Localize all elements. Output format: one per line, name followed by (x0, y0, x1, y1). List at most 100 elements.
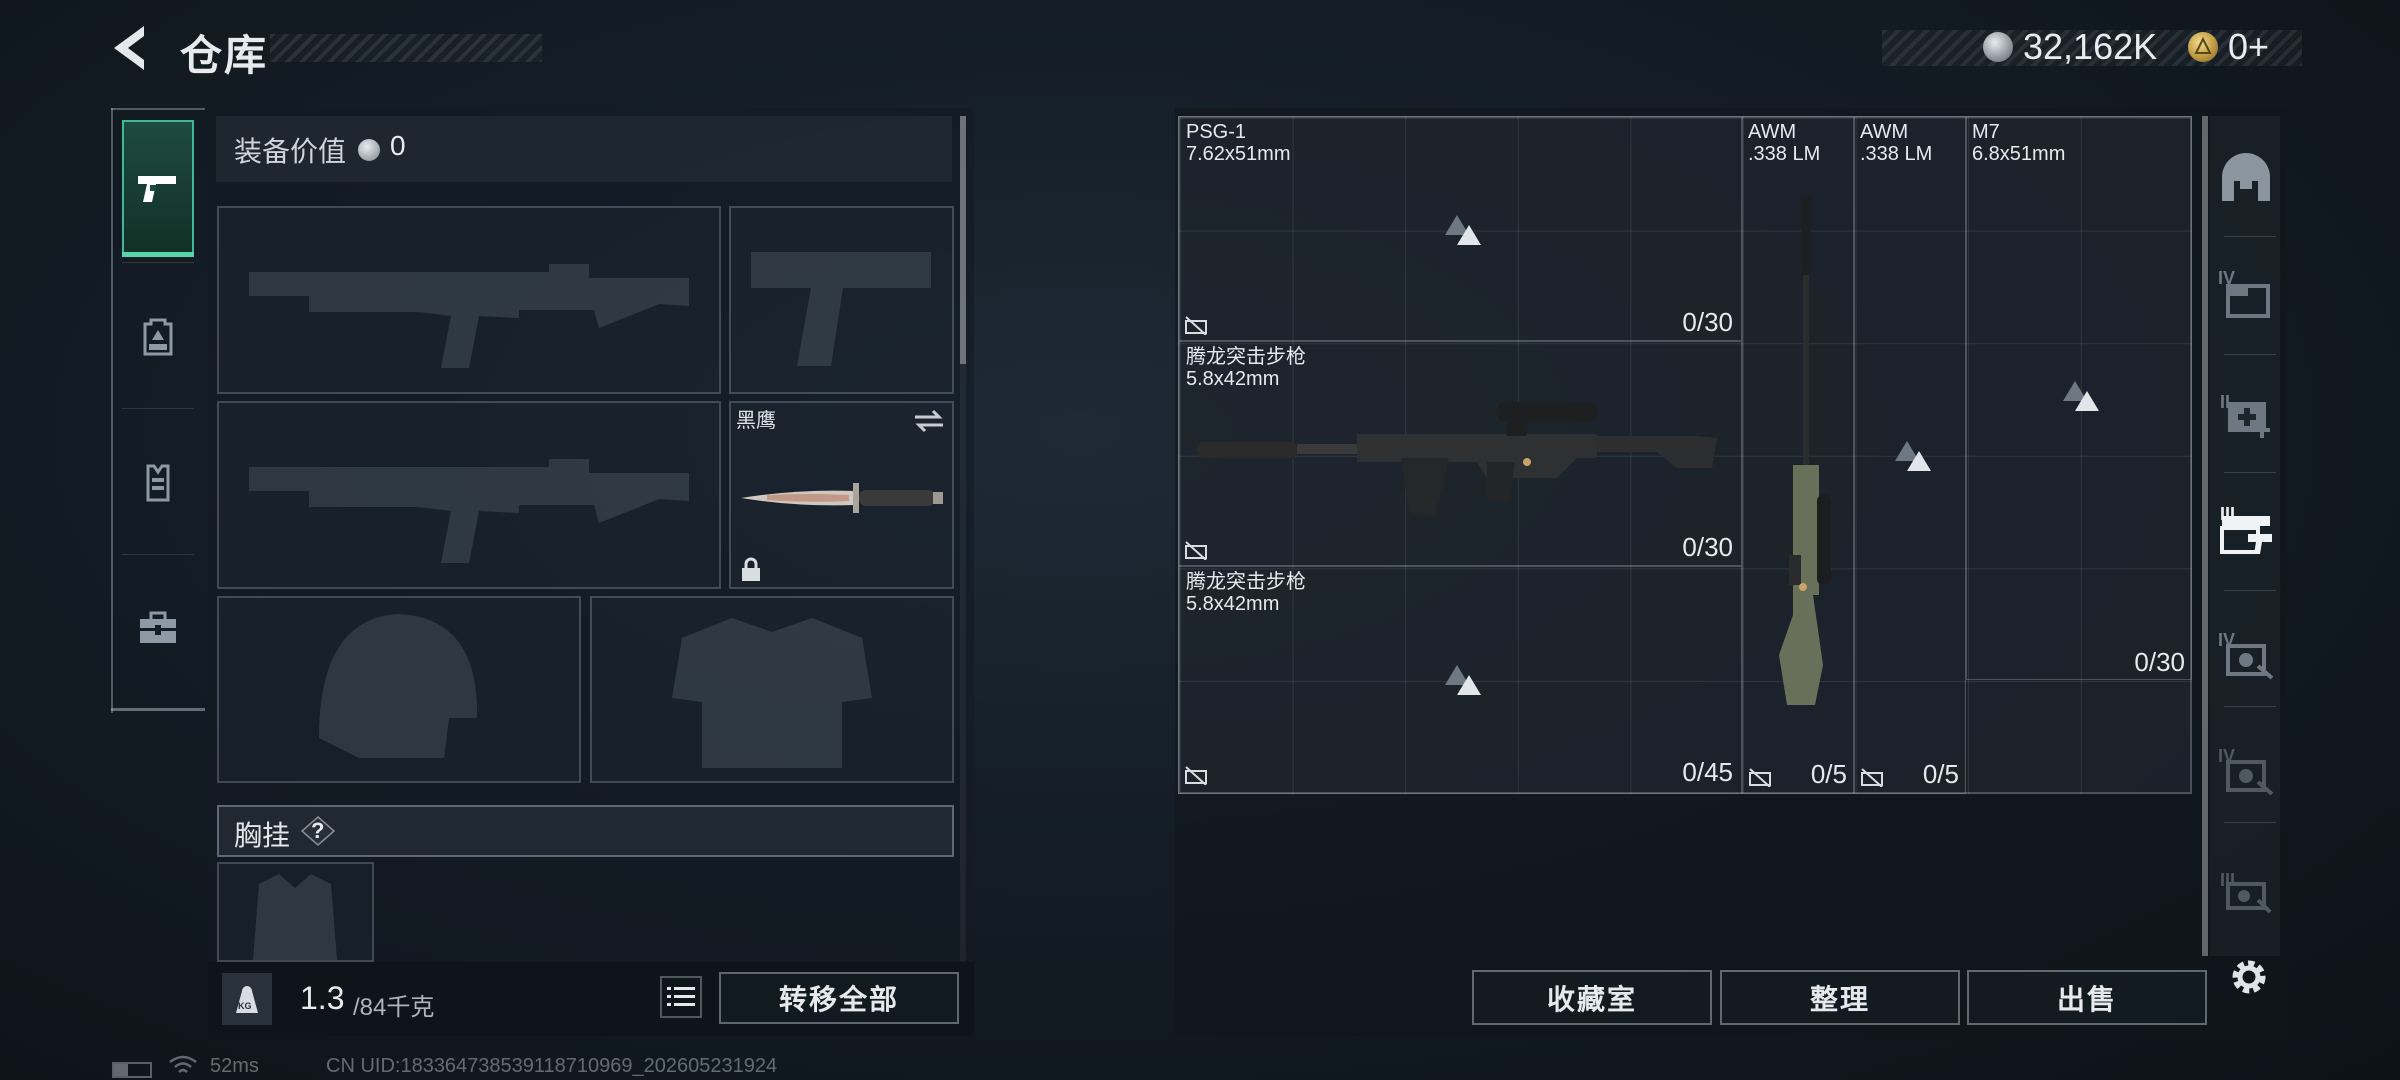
tier-label: III (2220, 870, 2236, 890)
weight-max: /84千克 (353, 994, 435, 1021)
sell-button[interactable]: 出售 (1967, 970, 2207, 1025)
tier-label: IV (2218, 630, 2236, 650)
chest-rig-slot[interactable] (217, 862, 374, 962)
back-button[interactable] (108, 22, 158, 74)
rifle-silhouette-icon (249, 264, 689, 368)
assault-rifle-icon (1197, 402, 1717, 518)
silver-coin-icon (358, 139, 380, 161)
organize-button[interactable]: 整理 (1720, 970, 1960, 1025)
weight-icon: KG (222, 973, 272, 1025)
stash-item-awm[interactable]: AWM .338 LM 0/5 (1742, 116, 1854, 794)
helmet-slot[interactable] (217, 596, 581, 783)
item-caliber: 6.8x51mm (1972, 143, 2066, 165)
network-ping: 52ms (210, 1055, 259, 1077)
tab-vest[interactable] (122, 414, 194, 550)
equipment-value-label: 装备价值 (234, 136, 347, 167)
silver-coin-icon (1983, 32, 2013, 62)
tab-backpack[interactable] (122, 268, 194, 404)
item-ammo-count: 0/5 (1810, 759, 1847, 789)
item-ammo-count: 0/30 (1682, 307, 1733, 337)
back-arrow-icon (114, 26, 144, 70)
transfer-all-button[interactable]: 转移全部 (719, 972, 959, 1024)
item-ammo-count: 0/5 (1922, 759, 1959, 789)
item-name: PSG-1 (1186, 121, 1247, 143)
active-tab-indicator (122, 252, 194, 257)
pistol-icon (138, 176, 176, 202)
equipment-value: 0 (390, 130, 406, 161)
tier-label: II (2220, 392, 2231, 412)
side-divider (2224, 590, 2276, 591)
item-caliber: .338 LM (1748, 143, 1821, 165)
stash-item-psg1[interactable]: PSG-1 7.62x51mm 0/30 (1178, 116, 1742, 341)
item-ammo-count: 0/30 (1682, 532, 1733, 562)
title-decoration (270, 34, 542, 62)
sidearm-slot[interactable] (729, 206, 954, 394)
toolbox-icon (140, 611, 176, 643)
item-caliber: .338 LM (1860, 143, 1933, 165)
rail-divider (122, 262, 194, 263)
item-ammo-count: 0/30 (2134, 647, 2185, 677)
tab-toolbox[interactable] (122, 560, 194, 696)
item-ammo-count: 0/45 (1682, 757, 1733, 787)
item-placeholder-icon (2063, 381, 2099, 411)
chest-rig-silhouette-icon (253, 874, 337, 960)
stash-item-tenglong-rifle[interactable]: 腾龙突击步枪 5.8x42mm 0/45 (1178, 566, 1742, 794)
stash-item-awm[interactable]: AWM .338 LM 0/5 (1854, 116, 1966, 794)
primary-weapon-slot-1[interactable] (217, 206, 721, 394)
vest-icon (146, 464, 170, 502)
tier-label: III (2220, 504, 2236, 524)
empty-magazine-icon (1749, 768, 1771, 787)
side-tab-storage-crate[interactable]: IV (2214, 240, 2278, 350)
tab-weapons[interactable] (122, 120, 194, 256)
rail-bottom-line (111, 708, 205, 711)
item-placeholder-icon (1445, 665, 1481, 695)
silver-currency-amount: 32,162K (2023, 26, 2158, 67)
safe-box-icon (2222, 153, 2270, 201)
help-glyph: ? (311, 818, 325, 843)
knife-icon (741, 483, 943, 513)
item-caliber: 5.8x42mm (1186, 593, 1280, 615)
item-placeholder-icon (1445, 215, 1481, 245)
swap-icon (915, 409, 943, 433)
body-armor-slot[interactable] (590, 596, 954, 783)
item-caliber: 7.62x51mm (1186, 143, 1291, 165)
item-name: M7 (1972, 121, 2000, 143)
help-button[interactable]: ? (300, 816, 336, 846)
lock-icon (742, 557, 760, 581)
armor-silhouette-icon (672, 618, 872, 768)
rifle-silhouette-icon (249, 459, 689, 563)
side-divider (2224, 472, 2276, 473)
gold-currency-amount[interactable]: 0+ (2228, 26, 2269, 68)
item-name: AWM (1748, 121, 1797, 143)
side-tab-gear-case[interactable]: IV (2214, 716, 2278, 826)
backpack-icon (143, 318, 173, 356)
list-view-button[interactable] (660, 976, 702, 1018)
stash-scrollbar[interactable] (2202, 116, 2208, 956)
chest-rig-label: 胸挂 (234, 820, 291, 851)
empty-magazine-icon (1861, 768, 1883, 787)
user-uid: CN UID:183364738539118710969_20260523192… (326, 1055, 778, 1077)
side-tab-ammo-case[interactable]: III (2214, 836, 2278, 946)
weight-icon-text: KG (238, 1001, 252, 1011)
melee-weapon-name: 黑鹰 (736, 410, 776, 432)
side-divider (2224, 822, 2276, 823)
stash-item-m7[interactable]: M7 6.8x51mm 0/30 (1966, 116, 2192, 680)
item-name: 腾龙突击步枪 (1186, 346, 1306, 368)
collection-room-button[interactable]: 收藏室 (1472, 970, 1712, 1025)
side-tab-medical-case[interactable]: II (2214, 358, 2278, 468)
empty-magazine-icon (1185, 316, 1207, 335)
side-tab-gear-case[interactable]: IV (2214, 600, 2278, 710)
tier-label: IV (2218, 746, 2236, 766)
item-name: AWM (1860, 121, 1909, 143)
settings-gear-icon[interactable] (2226, 954, 2272, 1000)
helmet-silhouette-icon (319, 614, 478, 758)
side-divider (2224, 706, 2276, 707)
side-tab-weapon-rack[interactable]: III (2214, 476, 2278, 586)
scrollbar-thumb[interactable] (960, 116, 966, 364)
stash-item-tenglong-rifle[interactable]: 腾龙突击步枪 5.8x42mm 0/30 (1178, 341, 1742, 566)
pistol-silhouette-icon (751, 252, 931, 366)
page-title: 仓库 (180, 32, 269, 79)
primary-weapon-slot-2[interactable] (217, 401, 721, 589)
side-divider (2224, 236, 2276, 237)
side-tab-safe-box[interactable] (2214, 122, 2278, 232)
